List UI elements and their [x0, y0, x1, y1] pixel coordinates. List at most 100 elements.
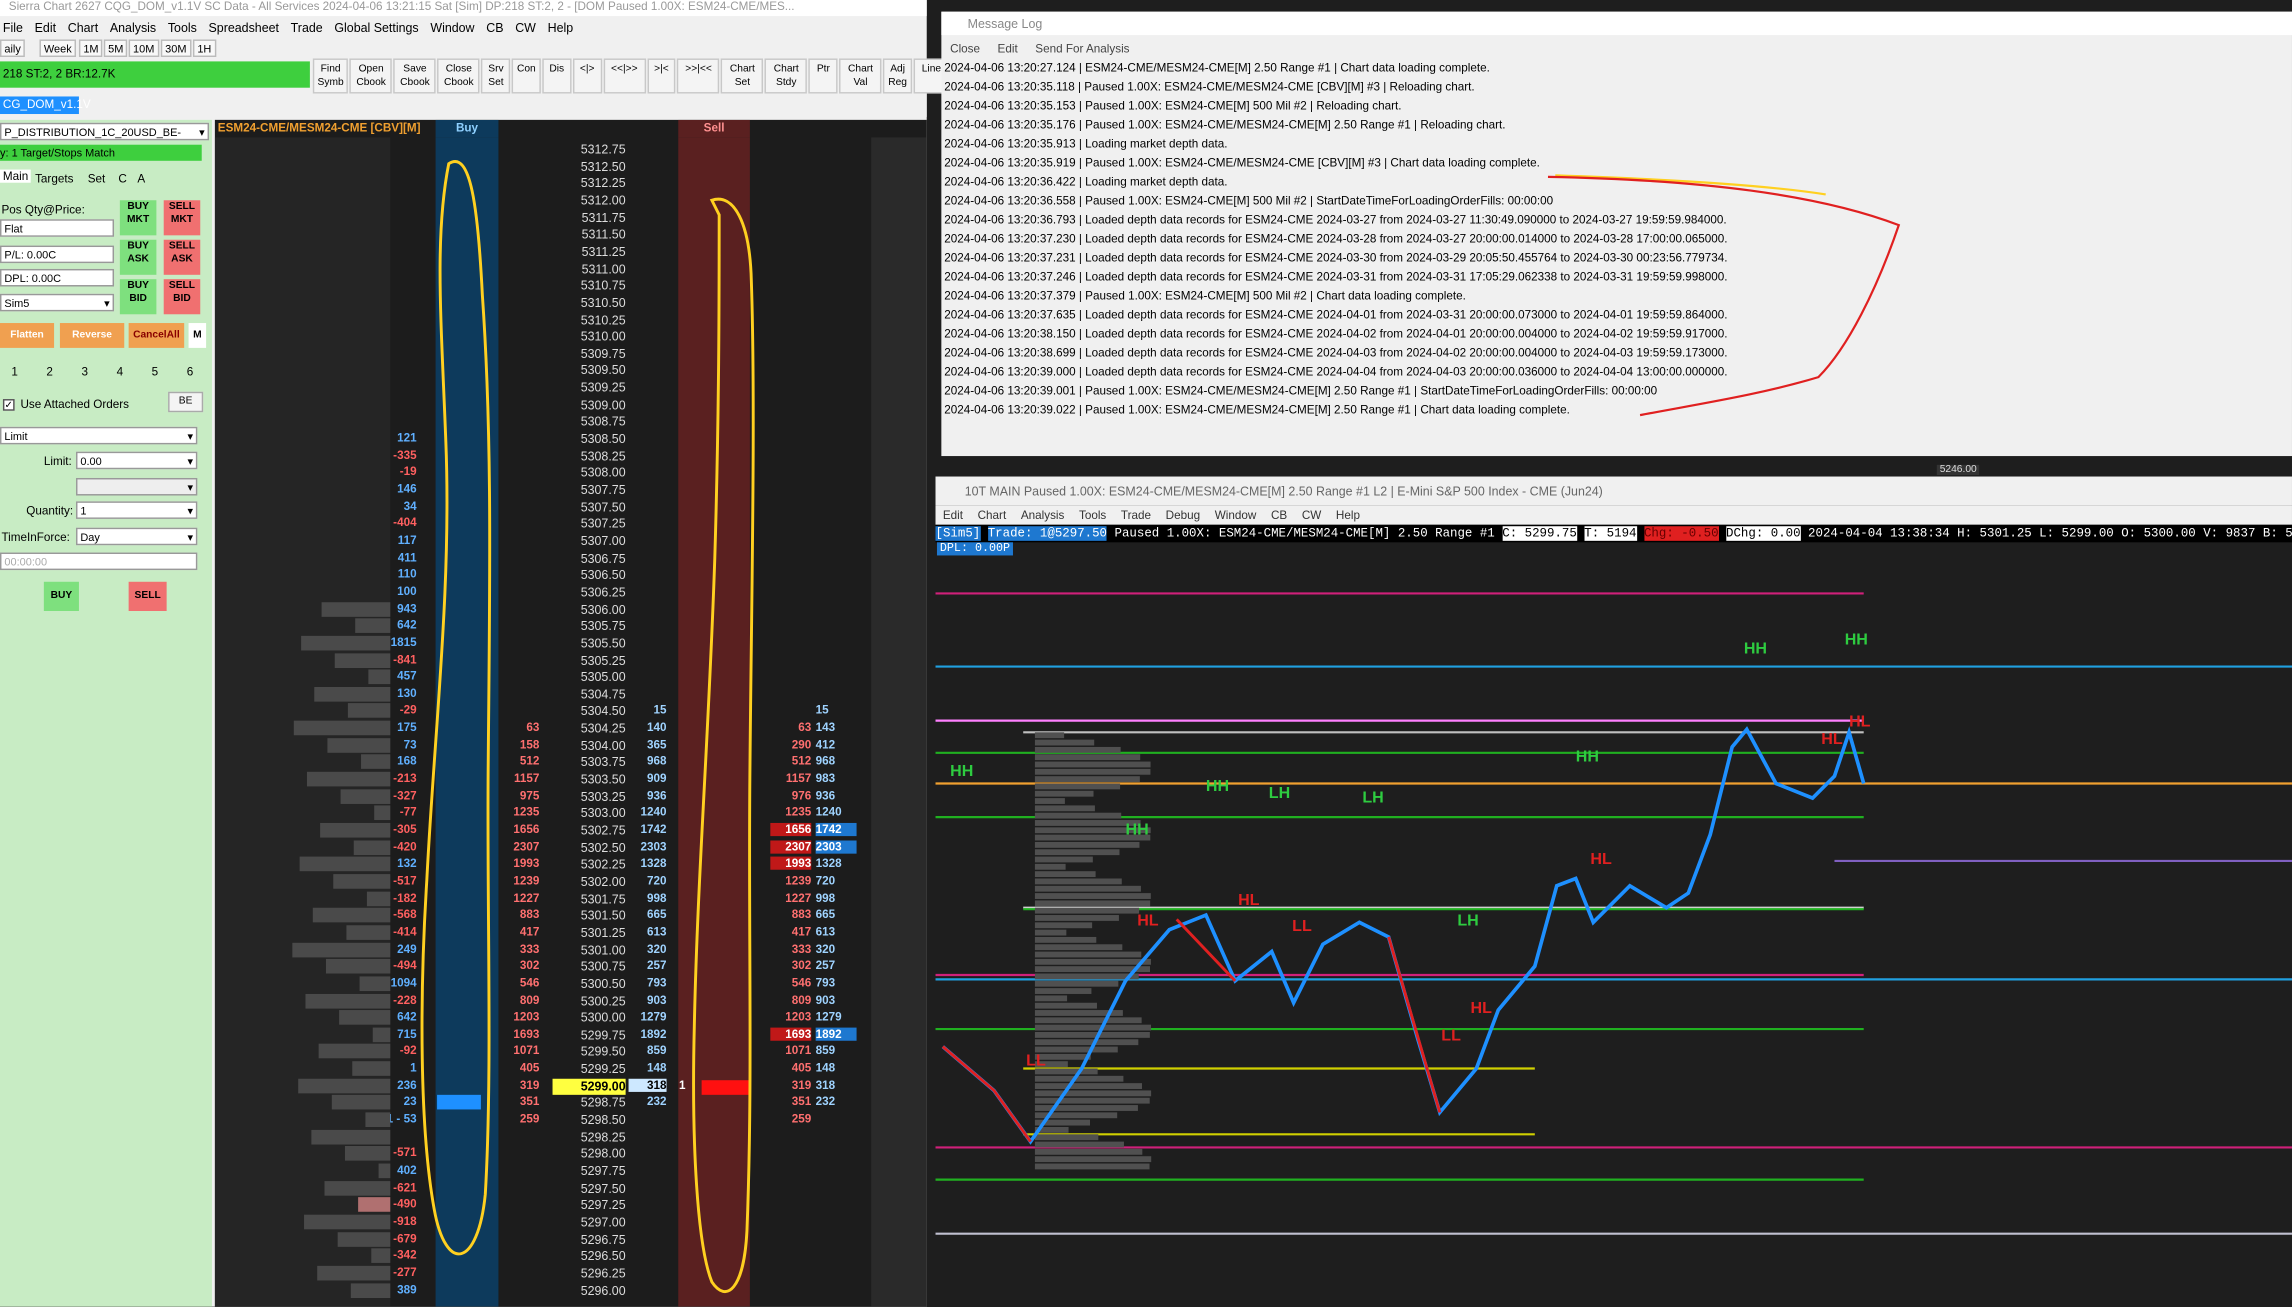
chart-menu-item[interactable]: Chart [978, 509, 1007, 522]
chart-menu-item[interactable]: Help [1336, 509, 1360, 522]
toolbar-button[interactable]: Open Cbook [349, 58, 393, 94]
menu-item[interactable]: Window [430, 20, 474, 35]
tab-main[interactable]: Main [0, 169, 32, 183]
chart-menu-item[interactable]: Trade [1121, 509, 1151, 522]
quantity-buttons: 123456 [0, 361, 212, 384]
account-select[interactable]: Sim5 ▾ [0, 293, 115, 312]
chart-menu-item[interactable]: Edit [943, 509, 963, 522]
toolbar-button[interactable]: Ptr [808, 58, 838, 94]
toolbar-button[interactable]: >|< [646, 58, 676, 94]
menu-item[interactable]: Tools [168, 20, 197, 35]
time-in-force-select[interactable]: Day ▾ [76, 527, 198, 546]
quantity-preset-button[interactable]: 6 [175, 361, 204, 384]
sell-ask-button[interactable]: SELL ASK [163, 239, 201, 275]
timeframe-button[interactable]: 1H [192, 39, 216, 58]
volume-profile-bar [1034, 900, 1151, 907]
menu-item[interactable]: Spreadsheet [209, 20, 279, 35]
toolbar-button[interactable]: Chart Stdy [765, 58, 808, 94]
chart-menu-item[interactable]: CW [1302, 509, 1321, 522]
sell-bid-button[interactable]: SELL BID [163, 279, 201, 315]
toolbar-button[interactable]: Srv Set [481, 58, 511, 94]
buy-bid-button[interactable]: BUY BID [119, 279, 157, 315]
toolbar-button[interactable]: Dis [542, 58, 572, 94]
reverse-button[interactable]: Reverse [59, 323, 125, 348]
stop-price-input[interactable]: ▾ [76, 477, 198, 496]
menu-item[interactable]: Help [548, 20, 574, 35]
toolbar-button[interactable]: Close Cbook [437, 58, 481, 94]
chart-menu-item[interactable]: CB [1271, 509, 1287, 522]
limit-price-input[interactable]: 0.00 ▾ [76, 451, 198, 470]
volume-profile-bar [1034, 1075, 1124, 1082]
limit-price-value: 0.00 [80, 454, 102, 468]
menu-item[interactable]: Trade [291, 20, 323, 35]
use-attached-checkbox[interactable]: ✓ [2, 399, 15, 411]
quantity-preset-button[interactable]: 4 [105, 361, 134, 384]
quantity-preset-button[interactable]: 1 [0, 361, 29, 384]
buy-ask-button[interactable]: BUY ASK [119, 239, 157, 275]
cancel-all-button[interactable]: CancelAll [128, 323, 185, 348]
tab-set[interactable]: Set [88, 172, 106, 185]
pl-value: P/L: 0.00C [0, 245, 115, 264]
quantity-input[interactable]: 1 ▾ [76, 501, 198, 519]
toolbar-label-1: Close [445, 64, 472, 75]
toolbar-button[interactable]: <|> [572, 58, 602, 94]
swing-label: LH [1362, 788, 1383, 806]
tab-targets[interactable]: Targets [35, 172, 73, 185]
quantity-preset-button[interactable]: 5 [140, 361, 169, 384]
account-name: Sim5 [4, 296, 30, 310]
good-till-time-input[interactable]: 00:00:00 [0, 552, 198, 571]
chart-menu-item[interactable]: Tools [1079, 509, 1106, 522]
buy-button[interactable]: BUY [43, 581, 79, 612]
tab-a[interactable]: A [137, 172, 145, 185]
price-chart[interactable]: HH HL HH HH LH HL LL LH LL LL LH HL HH HL HH HH HL HL [935, 542, 2292, 1306]
menu-item[interactable]: File [3, 20, 23, 35]
toolbar-button[interactable]: <<|>> [603, 58, 646, 94]
toolbar-label-2: Symb [317, 77, 344, 88]
toolbar-button[interactable]: Chart Set [721, 58, 764, 94]
menu-item[interactable]: Chart [68, 20, 98, 35]
btn-line1: BUY [127, 280, 149, 291]
order-type-select[interactable]: Limit ▾ [0, 426, 198, 445]
chart-menu-item[interactable]: Analysis [1021, 509, 1065, 522]
toolbar-label-2: Set [734, 77, 751, 88]
trading-strategy-select[interactable]: P_DISTRIBUTION_1C_20USD_BE- ▾ [0, 122, 210, 141]
menu-item[interactable]: Global Settings [334, 20, 418, 35]
timeframe-button[interactable]: 5M [103, 39, 128, 58]
chart-menu-item[interactable]: Debug [1166, 509, 1200, 522]
timeframe-button[interactable]: 1M [78, 39, 103, 58]
sell-market-button[interactable]: SELL MKT [163, 200, 201, 236]
timeframe-button[interactable]: Week [39, 39, 77, 58]
toolbar-label-1: Dis [549, 64, 565, 75]
toolbar-button[interactable]: >>|<< [677, 58, 720, 94]
volume-profile-bar [1034, 871, 1096, 878]
menu-item[interactable]: CW [515, 20, 536, 35]
pos-qty-label: Pos Qty@Price: [1, 203, 85, 217]
be-button[interactable]: BE [168, 391, 204, 413]
flatten-button[interactable]: Flatten [0, 323, 55, 348]
toolbar-button[interactable]: Adj Reg [883, 58, 913, 94]
toolbar-button[interactable]: Con [511, 58, 541, 94]
toolbar-button[interactable]: Chart Val [839, 58, 882, 94]
menu-item[interactable]: Edit [35, 20, 56, 35]
toolbar-button[interactable]: Save Cbook [393, 58, 437, 94]
tab-c[interactable]: C [118, 172, 126, 185]
toolbar-button[interactable]: Find Symb [312, 58, 349, 94]
chart-menu-item[interactable]: Window [1215, 509, 1257, 522]
sell-button[interactable]: SELL [128, 581, 167, 612]
timeframe-button[interactable]: 10M [128, 39, 159, 58]
chartbook-tab[interactable]: CG_DOM_v1.1V [0, 96, 91, 115]
tif-value: Day [80, 530, 100, 544]
timeframe-button[interactable]: 30M [160, 39, 191, 58]
volume-profile-bar [1034, 754, 1141, 761]
timeframe-button[interactable]: aily [0, 39, 26, 58]
quantity-preset-button[interactable]: 3 [70, 361, 99, 384]
info-trade: Trade: 1@5297.50 [987, 526, 1108, 541]
buy-market-button[interactable]: BUY MKT [119, 200, 157, 236]
toolbar-label-1: >|< [654, 64, 669, 75]
volume-profile-bar [1034, 995, 1068, 1002]
menu-item[interactable]: Analysis [110, 20, 156, 35]
volume-profile-bar [1034, 1148, 1143, 1155]
quantity-preset-button[interactable]: 2 [35, 361, 64, 384]
m-button[interactable]: M [188, 323, 207, 348]
menu-item[interactable]: CB [486, 20, 503, 35]
